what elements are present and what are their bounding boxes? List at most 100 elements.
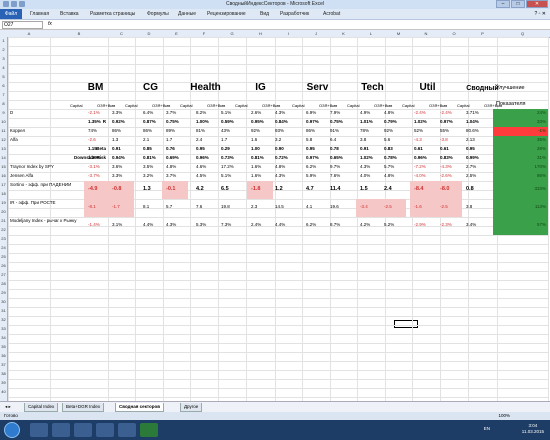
data-cell[interactable]: -8.4 bbox=[414, 185, 438, 193]
row-header-19[interactable]: 19 bbox=[0, 200, 7, 205]
sheet-tab-beta-dgr[interactable]: Beta+DGR Index bbox=[62, 403, 105, 412]
data-cell[interactable]: 0.94% bbox=[112, 154, 136, 162]
data-cell[interactable]: 78% bbox=[360, 127, 384, 135]
row-header-23[interactable]: 23 bbox=[0, 236, 7, 241]
data-cell[interactable]: 6.4% bbox=[143, 109, 167, 117]
folder-icon[interactable] bbox=[30, 423, 48, 437]
data-cell[interactable]: 6.2% bbox=[306, 221, 330, 229]
data-cell[interactable]: 0.75% bbox=[166, 118, 190, 126]
column-header-e[interactable]: E bbox=[163, 31, 190, 36]
data-cell[interactable]: 0.78 bbox=[330, 145, 354, 153]
data-cell[interactable]: 5.6 bbox=[384, 136, 408, 144]
row-header-29[interactable]: 29 bbox=[0, 290, 7, 295]
column-header-h[interactable]: H bbox=[246, 31, 275, 36]
row-header-28[interactable]: 28 bbox=[0, 281, 7, 286]
data-cell[interactable]: 7.6% bbox=[330, 172, 354, 180]
column-header-b[interactable]: B bbox=[50, 31, 108, 36]
data-cell[interactable]: 1.7 bbox=[221, 136, 245, 144]
data-cell[interactable]: 8.2% bbox=[196, 109, 220, 117]
row-header-36[interactable]: 36 bbox=[0, 353, 7, 358]
sheet-tab-summary[interactable]: Сводная секторов bbox=[115, 403, 165, 412]
data-cell[interactable]: 1.02% bbox=[414, 118, 438, 126]
row-header-12[interactable]: 12 bbox=[0, 137, 7, 142]
data-cell[interactable]: 0.92% bbox=[112, 118, 136, 126]
data-cell[interactable]: 0.81% bbox=[143, 154, 167, 162]
data-cell[interactable]: 7.3% bbox=[221, 221, 245, 229]
data-cell[interactable]: 0.85 bbox=[143, 145, 167, 153]
tab-insert[interactable]: Вставка bbox=[60, 11, 79, 17]
row-header-14[interactable]: 14 bbox=[0, 155, 7, 160]
data-cell[interactable]: -0.8 bbox=[112, 185, 136, 193]
column-header-c[interactable]: C bbox=[108, 31, 135, 36]
data-cell[interactable]: -2.9% bbox=[414, 221, 438, 229]
data-cell[interactable]: 3.1% bbox=[112, 221, 136, 229]
data-cell[interactable]: 3.8 bbox=[360, 136, 384, 144]
data-cell[interactable]: -1.6 bbox=[414, 203, 438, 211]
help-icon[interactable]: ? ▫ ✕ bbox=[534, 11, 546, 17]
row-header-15[interactable]: 15 bbox=[0, 164, 7, 169]
column-header-a[interactable]: A bbox=[8, 31, 50, 36]
data-cell[interactable]: 5.1% bbox=[221, 172, 245, 180]
data-cell[interactable]: -2.5 bbox=[384, 203, 408, 211]
column-header-i[interactable]: I bbox=[275, 31, 302, 36]
data-cell[interactable]: 5.2% bbox=[384, 221, 408, 229]
row-header-11[interactable]: 11 bbox=[0, 128, 7, 133]
data-cell[interactable]: 19.6 bbox=[330, 203, 354, 211]
data-cell[interactable]: 4.5% bbox=[196, 172, 220, 180]
data-cell[interactable]: 19.8 bbox=[221, 203, 245, 211]
data-cell[interactable]: 0.84% bbox=[275, 118, 299, 126]
improvement-value[interactable]: -1% bbox=[498, 127, 546, 135]
data-cell[interactable]: -2.1% bbox=[88, 109, 112, 117]
minimize-button[interactable]: – bbox=[496, 0, 510, 8]
data-cell[interactable]: 4.2% bbox=[360, 221, 384, 229]
data-cell[interactable]: 4.0% bbox=[360, 172, 384, 180]
maximize-button[interactable]: □ bbox=[511, 0, 525, 8]
data-cell[interactable]: 4.1 bbox=[306, 203, 330, 211]
data-cell[interactable]: 4.9% bbox=[360, 109, 384, 117]
data-cell[interactable]: 5.7% bbox=[384, 163, 408, 171]
data-cell[interactable]: 4.3% bbox=[166, 221, 190, 229]
row-header-31[interactable]: 31 bbox=[0, 308, 7, 313]
row-header-25[interactable]: 25 bbox=[0, 254, 7, 259]
data-cell[interactable]: 3.6% bbox=[112, 163, 136, 171]
clock[interactable]: 3:04 11.03.2015 bbox=[522, 423, 544, 435]
data-cell[interactable]: 5.8 bbox=[306, 136, 330, 144]
data-cell[interactable]: 2.13 bbox=[466, 136, 490, 144]
data-cell[interactable]: 1.35% bbox=[88, 118, 112, 126]
data-cell[interactable]: 5.9% bbox=[306, 172, 330, 180]
row-header-21[interactable]: 21 bbox=[0, 218, 7, 223]
data-cell[interactable]: 3.3% bbox=[112, 172, 136, 180]
data-cell[interactable]: 0.73% bbox=[221, 154, 245, 162]
data-cell[interactable]: 3.2% bbox=[143, 172, 167, 180]
improvement-value[interactable]: 28% bbox=[498, 145, 546, 153]
data-cell[interactable]: 43% bbox=[221, 127, 245, 135]
data-cell[interactable]: 0.75% bbox=[330, 118, 354, 126]
row-header-38[interactable]: 38 bbox=[0, 371, 7, 376]
data-cell[interactable]: 1.6 bbox=[251, 136, 275, 144]
improvement-value[interactable]: 35% bbox=[498, 136, 546, 144]
data-cell[interactable]: 0.90 bbox=[275, 145, 299, 153]
sheet-tab-capital[interactable]: Capital Index bbox=[24, 403, 59, 412]
tab-view[interactable]: Вид bbox=[260, 11, 269, 17]
row-header-39[interactable]: 39 bbox=[0, 380, 7, 385]
data-cell[interactable]: 0.69% bbox=[166, 154, 190, 162]
data-cell[interactable]: -4.0% bbox=[414, 172, 438, 180]
row-header-5[interactable]: 5 bbox=[0, 74, 7, 79]
data-cell[interactable]: 4.7 bbox=[306, 185, 330, 193]
data-cell[interactable]: 86% bbox=[112, 127, 136, 135]
improvement-value[interactable]: 31% bbox=[498, 154, 546, 162]
data-cell[interactable]: 74% bbox=[88, 127, 112, 135]
improvement-value[interactable]: 86% bbox=[498, 172, 546, 180]
data-cell[interactable]: 2.4 bbox=[384, 185, 408, 193]
row-header-40[interactable]: 40 bbox=[0, 389, 7, 394]
data-cell[interactable]: 92% bbox=[384, 127, 408, 135]
word-icon[interactable] bbox=[118, 423, 136, 437]
row-header-22[interactable]: 22 bbox=[0, 227, 7, 232]
data-cell[interactable]: 80.6% bbox=[466, 127, 490, 135]
data-cell[interactable]: 55% bbox=[440, 127, 464, 135]
data-cell[interactable]: 3.5% bbox=[143, 163, 167, 171]
tab-acrobat[interactable]: Acrobat bbox=[323, 11, 340, 17]
data-cell[interactable]: -0.1 bbox=[166, 185, 190, 193]
data-cell[interactable]: -2.5 bbox=[440, 203, 464, 211]
data-cell[interactable]: -2.4% bbox=[440, 109, 464, 117]
